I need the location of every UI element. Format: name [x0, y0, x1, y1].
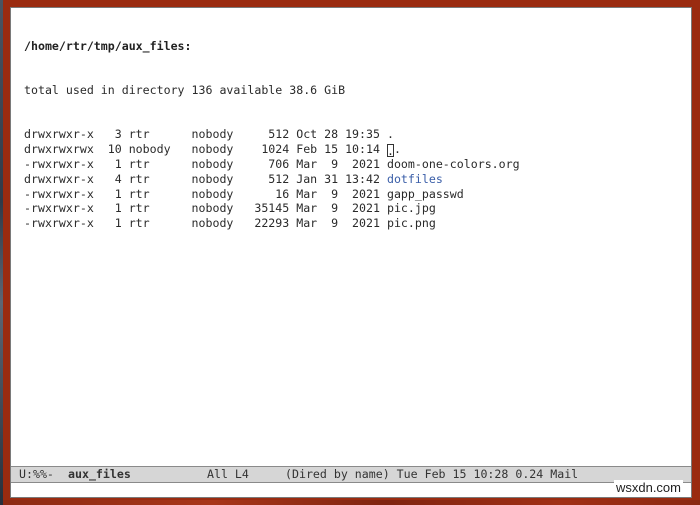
echo-area[interactable]	[11, 483, 691, 497]
dired-entry-name[interactable]: ..	[386, 142, 401, 159]
dired-buffer[interactable]: /home/rtr/tmp/aux_files: total used in d…	[24, 9, 520, 261]
dired-path-header[interactable]: /home/rtr/tmp/aux_files:	[24, 39, 520, 54]
dired-entry-attributes: -rwxrwxr-x 1 rtr nobody 22293 Mar 9 2021	[24, 216, 387, 231]
dired-entry-name[interactable]: .	[387, 127, 394, 141]
watermark: wsxdn.com	[613, 480, 683, 495]
modeline-mode-info[interactable]: (Dired by name) Tue Feb 15 10:28 0.24 Ma…	[285, 467, 578, 482]
modeline-position: All L4	[207, 467, 249, 481]
dired-entry-name[interactable]: pic.png	[387, 216, 436, 230]
frame-bottom-edge	[3, 500, 700, 505]
dired-entry-attributes: drwxrwxrwx 10 nobody nobody 1024 Feb 15 …	[24, 142, 387, 157]
dired-entry-name[interactable]: pic.jpg	[387, 201, 436, 215]
dired-entry-row[interactable]: drwxrwxr-x 4 rtr nobody 512 Jan 31 13:42…	[24, 172, 520, 187]
modeline-buffer-name[interactable]: aux_files	[68, 467, 131, 482]
dired-entry-row[interactable]: -rwxrwxr-x 1 rtr nobody 35145 Mar 9 2021…	[24, 201, 520, 216]
dired-entry-row[interactable]: drwxrwxrwx 10 nobody nobody 1024 Feb 15 …	[24, 142, 520, 159]
text-cursor: .	[386, 144, 394, 159]
dired-entry-attributes: -rwxrwxr-x 1 rtr nobody 16 Mar 9 2021	[24, 186, 387, 201]
dired-entry-row[interactable]: -rwxrwxr-x 1 rtr nobody 706 Mar 9 2021 d…	[24, 157, 520, 172]
dired-entry-attributes: -rwxrwxr-x 1 rtr nobody 35145 Mar 9 2021	[24, 201, 387, 216]
dired-entry-name[interactable]: gapp_passwd	[387, 187, 464, 201]
mode-line[interactable]: U:%%- aux_files All L4 (Dired by name) T…	[11, 466, 691, 483]
dired-entry-row[interactable]: -rwxrwxr-x 1 rtr nobody 22293 Mar 9 2021…	[24, 216, 520, 231]
dired-summary: total used in directory 136 available 38…	[24, 82, 346, 97]
dired-entry-attributes: drwxrwxr-x 4 rtr nobody 512 Jan 31 13:42	[24, 171, 387, 186]
modeline-status: U:%%-	[19, 467, 54, 481]
dired-entry-name[interactable]: dotfiles	[387, 172, 443, 186]
dired-entry-attributes: -rwxrwxr-x 1 rtr nobody 706 Mar 9 2021	[24, 156, 387, 171]
dired-entry-list: drwxrwxr-x 3 rtr nobody 512 Oct 28 19:35…	[24, 127, 520, 231]
dired-entry-attributes: drwxrwxr-x 3 rtr nobody 512 Oct 28 19:35	[24, 127, 387, 142]
dired-entry-row[interactable]: drwxrwxr-x 3 rtr nobody 512 Oct 28 19:35…	[24, 127, 520, 142]
dired-entry-name[interactable]: doom-one-colors.org	[387, 157, 520, 171]
emacs-window[interactable]: /home/rtr/tmp/aux_files: total used in d…	[10, 7, 692, 498]
dired-entry-row[interactable]: -rwxrwxr-x 1 rtr nobody 16 Mar 9 2021 ga…	[24, 187, 520, 202]
